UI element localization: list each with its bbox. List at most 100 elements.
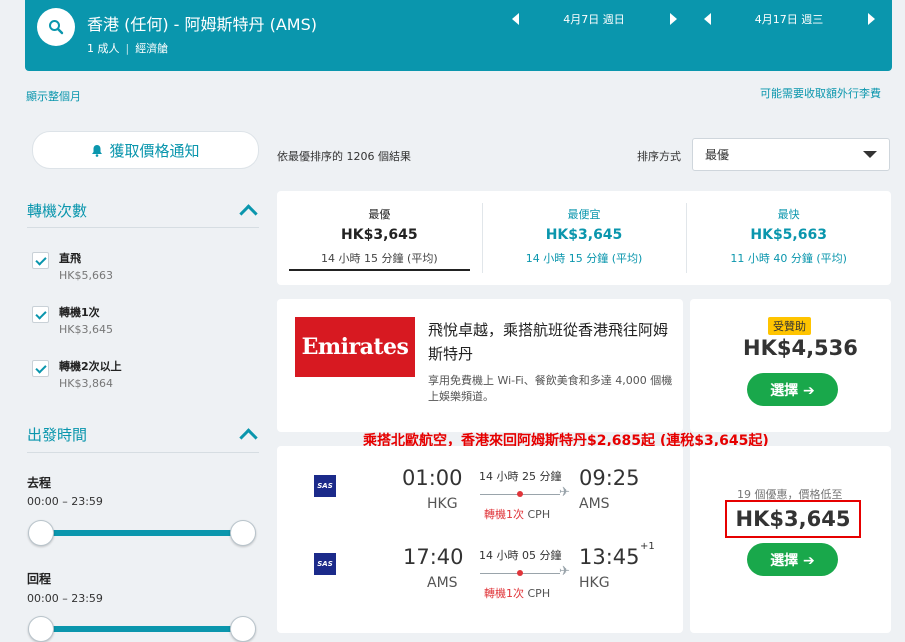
tab-duration: 11 小時 40 分鐘 (平均) xyxy=(730,252,847,265)
logo-text: SAS xyxy=(317,560,333,568)
leg2-duration: 14 小時 05 分鐘 xyxy=(479,549,562,562)
one-stop-checkbox[interactable] xyxy=(32,306,49,323)
times-filter-title: 出發時間 xyxy=(27,426,88,444)
stops-option-label: 直飛 xyxy=(59,252,81,265)
triangle-right-icon xyxy=(867,13,875,25)
leg2-plus-day: +1 xyxy=(640,541,655,552)
active-tab-indicator xyxy=(289,269,470,271)
stops-option-label: 轉機2次以上 xyxy=(59,360,122,373)
sort-dropdown[interactable]: 最優 xyxy=(692,138,890,171)
leg1-stops: 轉機1次 CPH xyxy=(484,506,550,522)
triangle-left-icon xyxy=(511,13,519,25)
stops-option-price: HK$3,645 xyxy=(59,323,113,336)
stops-filter-title: 轉機次數 xyxy=(27,202,88,220)
caret-down-icon xyxy=(863,151,877,158)
nonstop-checkbox[interactable] xyxy=(32,252,49,269)
flight-price-panel: 19 個優惠，價格低至 HK$3,645 選擇 ➔ xyxy=(690,446,891,633)
stops-option-two-plus[interactable]: 轉機2次以上 HK$3,864 xyxy=(32,359,122,393)
cabin-class: 經濟艙 xyxy=(135,42,169,55)
tab-cheapest[interactable]: 最便宜 HK$3,645 14 小時 15 分鐘 (平均) xyxy=(481,191,687,285)
return-prev-day-button[interactable] xyxy=(700,7,714,31)
stops-option-nonstop[interactable]: 直飛 HK$5,663 xyxy=(32,251,113,285)
search-icon xyxy=(49,20,64,35)
tab-fastest[interactable]: 最快 HK$5,663 11 小時 40 分鐘 (平均) xyxy=(686,191,891,285)
flight-result-card[interactable]: SAS 01:00 HKG 14 小時 25 分鐘 ✈ 轉機1次 CPH 09:… xyxy=(277,446,683,633)
two-plus-checkbox[interactable] xyxy=(32,360,49,377)
return-time-label: 回程 xyxy=(27,572,52,586)
leg2-depart-time: 17:40 xyxy=(403,545,464,569)
plane-icon: ✈ xyxy=(559,485,570,500)
stops-option-one-stop[interactable]: 轉機1次 HK$3,645 xyxy=(32,305,113,339)
price-alert-label: 獲取價格通知 xyxy=(109,141,200,160)
return-date-nav: 4月17日 週三 xyxy=(700,7,878,31)
sponsored-ad-card[interactable]: Emirates 飛悅卓越，乘搭航班從香港飛往阿姆斯特丹 享用免費機上 Wi-F… xyxy=(277,299,683,432)
checkmark-icon xyxy=(34,361,47,374)
tab-title: 最便宜 xyxy=(567,208,601,221)
stops-option-price: HK$3,864 xyxy=(59,377,113,390)
stops-filter-header[interactable]: 轉機次數 xyxy=(27,200,259,223)
flight-price: HK$3,645 xyxy=(735,507,851,531)
show-month-link[interactable]: 顯示整個月 xyxy=(26,88,81,104)
ad-headline: 飛悅卓越，乘搭航班從香港飛往阿姆斯特丹 xyxy=(428,321,669,363)
search-button[interactable] xyxy=(37,8,75,46)
outbound-slider-end-handle[interactable] xyxy=(230,520,256,546)
depart-next-day-button[interactable] xyxy=(666,7,680,31)
outbound-slider-start-handle[interactable] xyxy=(28,520,54,546)
travellers-summary[interactable]: 1 成人 | 經濟艙 xyxy=(87,40,168,56)
sas-airline-logo: SAS xyxy=(314,553,336,575)
logo-text: Emirates xyxy=(301,334,409,360)
flight-select-button[interactable]: 選擇 ➔ xyxy=(747,543,838,576)
route-title[interactable]: 香港 (任何) - 阿姆斯特丹 (AMS) xyxy=(87,11,317,35)
leg2-depart-airport: AMS xyxy=(427,575,458,591)
leg1-stops-count: 轉機1次 xyxy=(484,508,524,521)
plane-icon: ✈ xyxy=(559,564,570,579)
checkmark-icon xyxy=(34,307,47,320)
leg1-duration: 14 小時 25 分鐘 xyxy=(479,470,562,483)
depart-prev-day-button[interactable] xyxy=(508,7,522,31)
return-date[interactable]: 4月17日 週三 xyxy=(755,11,824,27)
tab-title: 最快 xyxy=(777,208,800,221)
checkmark-icon xyxy=(34,253,47,266)
leg2-stop-dot xyxy=(517,570,523,576)
leg1-depart-time: 01:00 xyxy=(402,466,463,490)
ad-select-button[interactable]: 選擇 ➔ xyxy=(747,373,838,406)
leg1-arrive-airport: AMS xyxy=(579,496,610,512)
return-time-range: 00:00 – 23:59 xyxy=(27,592,103,605)
stops-option-label: 轉機1次 xyxy=(59,306,100,319)
divider xyxy=(27,452,259,453)
times-filter-header[interactable]: 出發時間 xyxy=(27,424,259,447)
depart-date[interactable]: 4月7日 週日 xyxy=(563,11,625,27)
chevron-up-icon[interactable] xyxy=(239,204,258,223)
results-summary: 依最優排序的 1206 個結果 xyxy=(277,150,411,163)
return-time-slider[interactable] xyxy=(40,626,243,632)
tab-price: HK$3,645 xyxy=(341,227,418,243)
return-next-day-button[interactable] xyxy=(864,7,878,31)
price-alert-button[interactable]: 獲取價格通知 xyxy=(32,131,259,169)
separator: | xyxy=(125,42,130,55)
outbound-time-slider[interactable] xyxy=(40,530,243,536)
return-slider-end-handle[interactable] xyxy=(230,616,256,642)
divider xyxy=(27,227,259,228)
outbound-time-range: 00:00 – 23:59 xyxy=(27,495,103,508)
leg1-arrive-time: 09:25 xyxy=(579,466,640,490)
triangle-left-icon xyxy=(703,13,711,25)
sort-tabs: 最優 HK$3,645 14 小時 15 分鐘 (平均) 最便宜 HK$3,64… xyxy=(277,191,891,285)
tab-price: HK$5,663 xyxy=(750,227,827,243)
depart-date-nav: 4月7日 週日 xyxy=(508,7,680,31)
sort-value: 最優 xyxy=(705,148,730,162)
ad-description: 享用免費機上 Wi-Fi、餐飲美食和多達 4,000 個機上娛樂頻道。 xyxy=(428,374,673,403)
leg2-arrive-airport: HKG xyxy=(579,575,610,591)
leg2-stops-count: 轉機1次 xyxy=(484,587,524,600)
return-slider-start-handle[interactable] xyxy=(28,616,54,642)
logo-text: SAS xyxy=(317,482,333,490)
tab-price: HK$3,645 xyxy=(545,227,623,243)
leg1-stop-dot xyxy=(517,491,523,497)
chevron-up-icon[interactable] xyxy=(239,428,258,447)
tab-duration: 14 小時 15 分鐘 (平均) xyxy=(525,252,643,265)
stops-option-price: HK$5,663 xyxy=(59,269,113,282)
extra-fees-link[interactable]: 可能需要收取額外行李費 xyxy=(760,85,881,101)
tab-best[interactable]: 最優 HK$3,645 14 小時 15 分鐘 (平均) xyxy=(277,191,482,285)
ad-price: HK$4,536 xyxy=(743,336,858,360)
ad-price-panel: 受贊助 HK$4,536 選擇 ➔ xyxy=(690,299,891,432)
passenger-count: 1 成人 xyxy=(87,42,120,55)
